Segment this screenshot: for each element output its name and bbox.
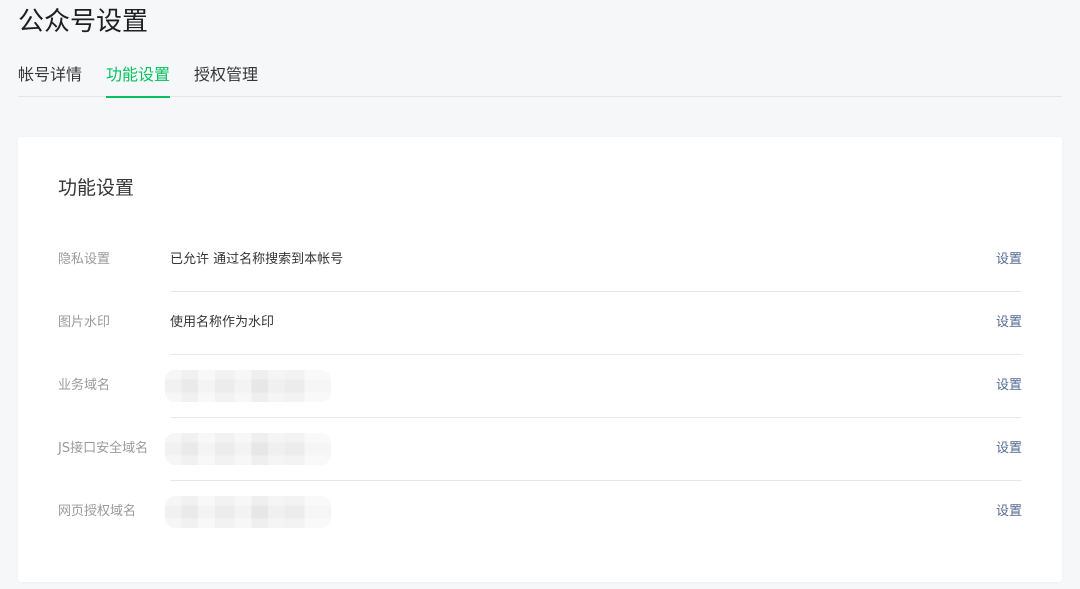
tab-bar: 帐号详情 功能设置 授权管理 — [18, 62, 1062, 98]
row-value: 已允许 通过名称搜索到本帐号 — [170, 252, 344, 267]
redacted-value — [165, 496, 331, 528]
settings-row-business-domain: 业务域名 设置 — [18, 355, 1062, 418]
feature-settings-card: 功能设置 隐私设置 已允许 通过名称搜索到本帐号 设置 图片水印 使用名称作为水… — [18, 137, 1062, 582]
row-label: 图片水印 — [58, 315, 111, 330]
tab-feature-settings[interactable]: 功能设置 — [106, 62, 171, 98]
oauth-domain-settings-link[interactable]: 设置 — [996, 502, 1022, 522]
settings-row-oauth-domain: 网页授权域名 设置 — [18, 481, 1062, 544]
redacted-value — [165, 433, 331, 465]
tab-account-details[interactable]: 帐号详情 — [18, 62, 82, 97]
row-label: 隐私设置 — [58, 252, 111, 267]
settings-row-watermark: 图片水印 使用名称作为水印 设置 — [18, 292, 1062, 355]
row-label: 网页授权域名 — [58, 504, 137, 519]
card-title: 功能设置 — [58, 177, 135, 199]
privacy-settings-link[interactable]: 设置 — [996, 250, 1022, 270]
tab-authorization-management[interactable]: 授权管理 — [194, 62, 258, 97]
settings-row-js-domain: JS接口安全域名 设置 — [18, 418, 1062, 481]
settings-page: 公众号设置 帐号详情 功能设置 授权管理 功能设置 隐私设置 已允许 通过名称搜… — [0, 0, 1080, 589]
row-label: JS接口安全域名 — [58, 441, 149, 456]
watermark-settings-link[interactable]: 设置 — [996, 313, 1022, 333]
row-label: 业务域名 — [58, 378, 111, 393]
redacted-value — [165, 370, 331, 402]
settings-row-privacy: 隐私设置 已允许 通过名称搜索到本帐号 设置 — [18, 229, 1062, 292]
js-domain-settings-link[interactable]: 设置 — [996, 439, 1022, 459]
row-value: 使用名称作为水印 — [170, 315, 275, 330]
business-domain-settings-link[interactable]: 设置 — [996, 376, 1022, 396]
page-title: 公众号设置 — [18, 7, 149, 37]
